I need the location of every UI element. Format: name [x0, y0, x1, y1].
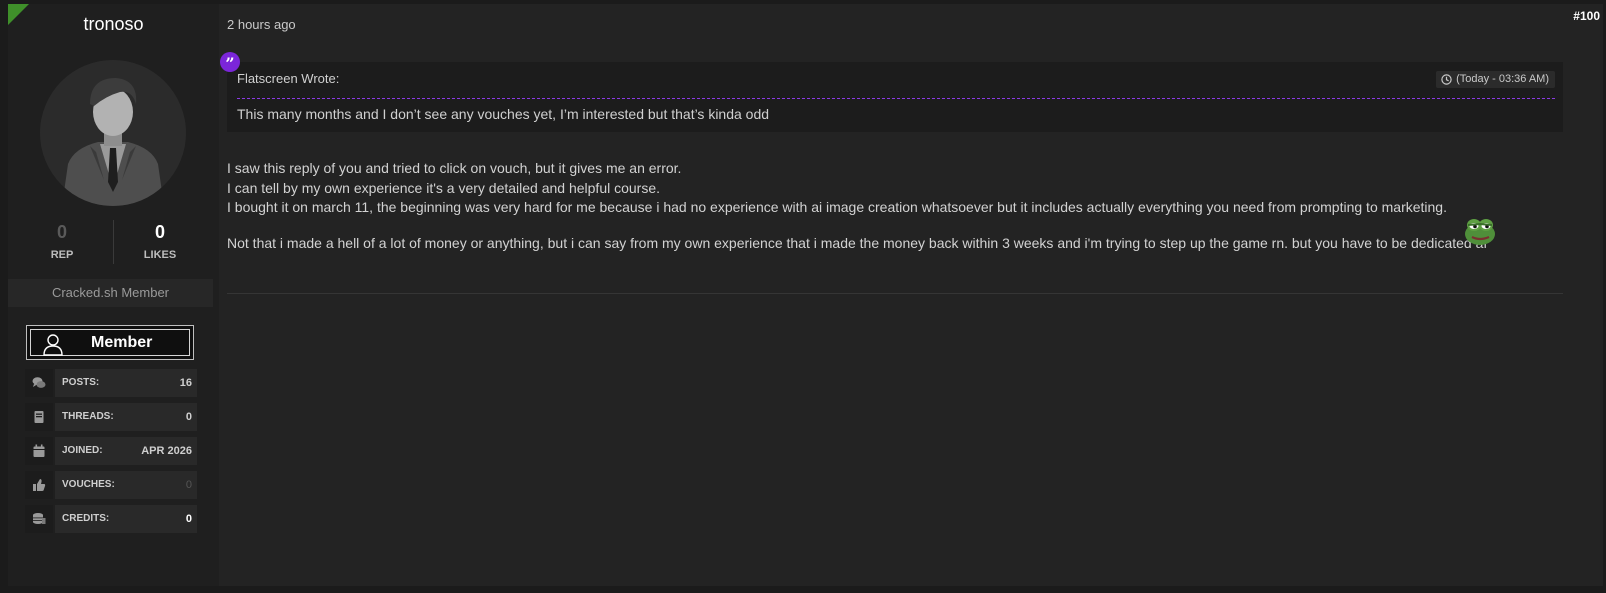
quote-time-text: (Today - 03:36 AM) [1456, 73, 1549, 85]
pepe-frog-emoji-icon [1465, 219, 1495, 245]
badge-label: Member [91, 334, 153, 351]
chat-bubbles-icon [32, 377, 46, 388]
info-row-posts[interactable]: POSTS: 16 [25, 369, 197, 397]
posts-label: POSTS: [62, 377, 100, 388]
quote-text: This many months and I don’t see any vou… [237, 106, 770, 122]
likes-stat[interactable]: 0 LIKES [110, 222, 210, 261]
usergroup-title: Cracked.sh Member [8, 279, 213, 307]
rep-value: 0 [56, 222, 67, 242]
post-number-link[interactable]: #100 [1573, 9, 1600, 23]
joined-value: APR 2026 [141, 445, 192, 457]
vouches-label: VOUCHES: [62, 479, 115, 490]
rep-stat[interactable]: 0 REP [12, 222, 112, 261]
vouches-value: 0 [185, 479, 192, 491]
clock-icon [1441, 74, 1452, 85]
post-timestamp: 2 hours ago [227, 17, 296, 32]
posts-value: 16 [179, 377, 192, 389]
post-body-line: I saw this reply of you and tried to cli… [227, 160, 682, 176]
user-outline-icon [43, 334, 63, 356]
quote-icon: ” [220, 52, 240, 73]
forum-post: tronoso 0 REP 0 LIKES Cracked.sh Member [8, 4, 1603, 586]
info-row-threads[interactable]: THREADS: 0 [25, 403, 197, 431]
post-body-line: Not that i made a hell of a lot of money… [227, 234, 1488, 251]
post-body: I saw this reply of you and tried to cli… [227, 159, 1487, 253]
post-body-line: I can tell by my own experience it's a v… [227, 179, 661, 196]
calendar-icon [33, 444, 45, 457]
coins-icon [33, 513, 46, 524]
avatar-silhouette-icon [40, 60, 186, 206]
post-divider [227, 293, 1563, 294]
rep-label: REP [50, 249, 74, 261]
thumbs-up-icon [33, 479, 46, 491]
likes-value: 0 [154, 222, 165, 242]
info-row-credits[interactable]: CREDITS: 0 [25, 505, 197, 533]
quote-time-badge[interactable]: (Today - 03:36 AM) [1436, 71, 1555, 88]
book-icon [34, 411, 44, 423]
credits-value: 0 [185, 513, 192, 525]
post-body-line: I bought it on march 11, the beginning w… [227, 199, 1447, 215]
threads-value: 0 [185, 411, 192, 423]
threads-label: THREADS: [62, 411, 114, 422]
author-avatar[interactable] [40, 60, 186, 206]
member-badge: Member [26, 325, 194, 360]
info-row-joined: JOINED: APR 2026 [25, 437, 197, 465]
quote-author[interactable]: Flatscreen Wrote: [237, 71, 339, 86]
author-sidebar: tronoso 0 REP 0 LIKES Cracked.sh Member [8, 4, 219, 586]
quote-block: ” Flatscreen Wrote: (Today - 03:36 AM) T… [220, 52, 1563, 132]
quote-separator [237, 98, 1555, 99]
author-username[interactable]: tronoso [8, 14, 219, 35]
joined-label: JOINED: [62, 445, 103, 456]
likes-label: LIKES [143, 249, 177, 261]
info-row-vouches[interactable]: VOUCHES: 0 [25, 471, 197, 499]
credits-label: CREDITS: [62, 513, 110, 524]
